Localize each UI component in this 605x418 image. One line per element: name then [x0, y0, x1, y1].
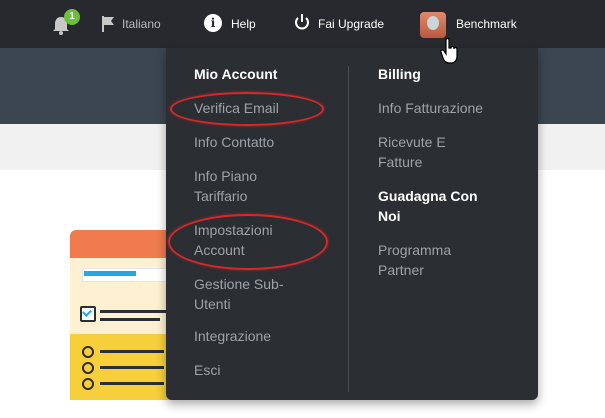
menu-item-integration[interactable]: Integrazione	[194, 326, 271, 346]
menu-item-plan-info[interactable]: Info Piano Tariffario	[194, 166, 257, 206]
menu-item-contact-info[interactable]: Info Contatto	[194, 132, 274, 152]
menu-item-sub-users[interactable]: Gestione Sub- Utenti	[194, 274, 284, 314]
bullet-icon	[82, 362, 94, 374]
bullet-icon	[82, 346, 94, 358]
notification-count-badge: 1	[64, 9, 80, 25]
highlight-oval-account-settings	[168, 214, 328, 270]
flag-icon	[102, 16, 114, 32]
illustration-line	[100, 382, 164, 385]
top-navigation-bar: 1 Italiano i Help Fai Upgrade Benchmark	[0, 0, 605, 48]
power-icon	[295, 14, 309, 30]
info-icon: i	[204, 14, 222, 32]
illustration-field-fill	[84, 271, 136, 276]
illustration-line	[100, 350, 164, 353]
billing-heading: Billing	[378, 66, 421, 82]
earn-heading: Guadagna Con Noi	[378, 188, 478, 224]
menu-item-receipts[interactable]: Ricevute E Fatture	[378, 132, 446, 172]
highlight-oval-verify-email	[170, 92, 324, 126]
menu-item-partner-program[interactable]: Programma Partner	[378, 240, 451, 280]
language-selector[interactable]: Italiano	[122, 14, 161, 34]
illustration-line	[100, 366, 164, 369]
my-account-heading: Mio Account	[194, 66, 278, 82]
avatar[interactable]	[420, 12, 446, 38]
upgrade-link[interactable]: Fai Upgrade	[318, 14, 384, 34]
menu-item-billing-info[interactable]: Info Fatturazione	[378, 98, 483, 118]
help-link[interactable]: Help	[231, 14, 256, 34]
illustration-line	[100, 310, 170, 313]
column-divider	[348, 66, 349, 392]
illustration-line	[100, 318, 160, 321]
bullet-icon	[82, 378, 94, 390]
menu-item-logout[interactable]: Esci	[194, 360, 220, 380]
hand-cursor-icon	[440, 38, 458, 64]
account-name[interactable]: Benchmark	[456, 14, 517, 34]
